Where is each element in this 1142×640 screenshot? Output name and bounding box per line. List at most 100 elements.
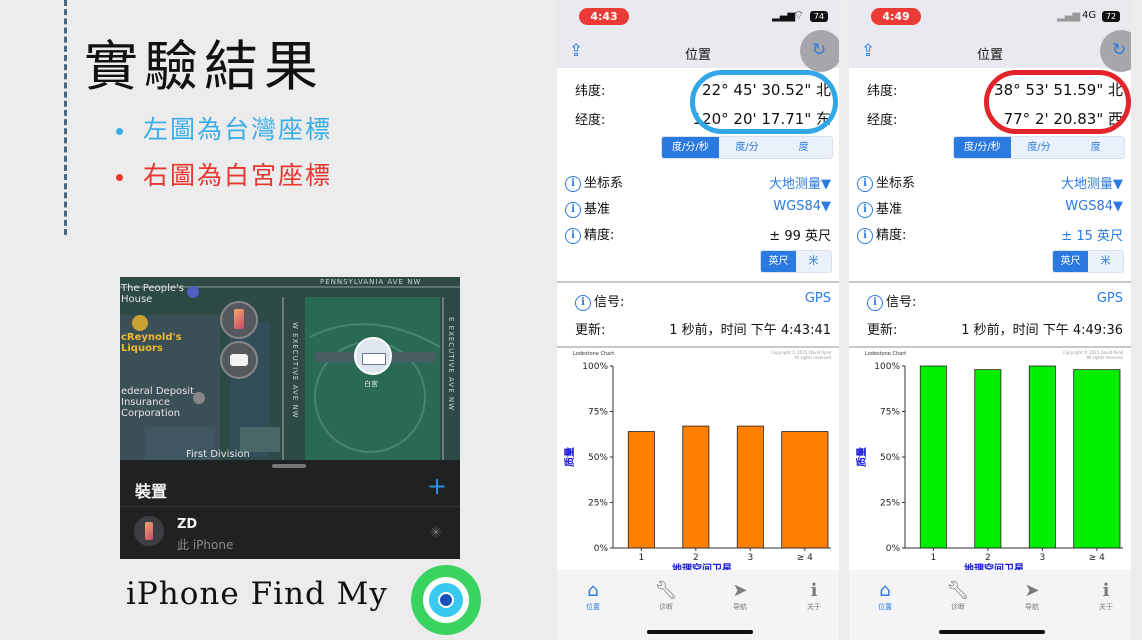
- refresh-button[interactable]: ↻: [1100, 30, 1131, 72]
- device-name[interactable]: ZD: [177, 517, 197, 532]
- y-axis-label: 质量: [855, 447, 868, 467]
- chart-bar: [781, 431, 829, 549]
- bullet-right-text: 右圖為白宮座標: [143, 161, 333, 190]
- coord-format-selector[interactable]: 度/分/秒 度/分 度: [661, 136, 833, 159]
- coord-format-selector[interactable]: 度/分/秒 度/分 度: [953, 136, 1125, 159]
- bullet-left-map: 左圖為台灣座標: [116, 110, 332, 146]
- coord-system-row[interactable]: i 坐标系: [857, 172, 915, 192]
- datum-row[interactable]: i 基准: [565, 198, 610, 218]
- device-iphone-pin-icon[interactable]: [220, 301, 258, 339]
- tab-location[interactable]: ⌂ 位置: [860, 580, 910, 612]
- wrench-icon: 🔧︎: [654, 580, 678, 601]
- x-tick-label: ≥ 4: [1089, 553, 1105, 563]
- wifi-icon: ⌔: [793, 8, 805, 22]
- y-tick-label: 0%: [594, 544, 609, 554]
- y-tick-label: 25%: [588, 499, 608, 509]
- status-time: 4:43: [579, 8, 629, 25]
- network-type: 4G: [1082, 10, 1097, 21]
- signal-value: GPS: [804, 291, 831, 306]
- home-indicator: [939, 630, 1045, 634]
- info-icon[interactable]: i: [565, 201, 581, 218]
- poi-white-house: 白宮: [364, 380, 378, 388]
- info-icon[interactable]: i: [857, 227, 873, 244]
- longitude-label: 经度:: [867, 113, 898, 128]
- datum-dropdown[interactable]: WGS84▼: [773, 199, 831, 214]
- tab-diagnostics-label: 诊断: [659, 603, 673, 611]
- format-dms[interactable]: 度/分/秒: [662, 137, 719, 158]
- info-icon[interactable]: i: [565, 227, 581, 244]
- tab-diagnostics[interactable]: 🔧︎ 诊断: [641, 580, 691, 612]
- info-icon[interactable]: i: [565, 175, 581, 192]
- add-device-button[interactable]: +: [427, 472, 447, 500]
- x-tick-label: 1: [638, 553, 644, 563]
- coord-system-dropdown[interactable]: 大地测量▼: [1061, 173, 1123, 192]
- info-icon[interactable]: i: [857, 175, 873, 192]
- chart-bar: [1028, 365, 1056, 549]
- bullet-dot: [116, 128, 123, 135]
- latitude-label: 纬度:: [575, 84, 606, 99]
- unit-feet[interactable]: 英尺: [1053, 251, 1088, 272]
- loading-spinner-icon: ✳: [430, 525, 442, 541]
- unit-meter[interactable]: 米: [796, 251, 831, 272]
- nav-bar: ⇪ 位置 ↻: [557, 30, 839, 72]
- tab-location[interactable]: ⌂ 位置: [568, 580, 618, 612]
- tab-location-label: 位置: [586, 603, 600, 611]
- device-subtitle: 此 iPhone: [177, 538, 234, 552]
- tab-navigation[interactable]: ➤ 导航: [715, 580, 765, 612]
- phone-screen-taiwan: 4:43 ▂▄▆ ⌔ 74 ⇪ 位置 ↻ 纬度: 22° 45' 30.52" …: [557, 0, 839, 640]
- accuracy-label: 精度:: [876, 228, 907, 243]
- format-d[interactable]: 度: [1067, 137, 1124, 158]
- refresh-icon: ↻: [1112, 40, 1127, 60]
- tab-diagnostics[interactable]: 🔧︎ 诊断: [933, 580, 983, 612]
- section-divider: [557, 281, 839, 283]
- x-tick-label: ≥ 4: [797, 553, 813, 563]
- tab-navigation[interactable]: ➤ 导航: [1007, 580, 1057, 612]
- datum-dropdown[interactable]: WGS84▼: [1065, 199, 1123, 214]
- tab-about-label: 关于: [807, 603, 821, 611]
- update-value: 1 秒前，时间 下午 4:43:41: [669, 323, 831, 338]
- datum-row[interactable]: i 基准: [857, 198, 902, 218]
- unit-meter[interactable]: 米: [1088, 251, 1123, 272]
- format-dms[interactable]: 度/分/秒: [954, 137, 1011, 158]
- device-airpods-pin-icon[interactable]: [220, 341, 258, 379]
- poi-bar-icon: [132, 315, 148, 331]
- chart-bar: [919, 365, 947, 549]
- info-icon[interactable]: i: [857, 201, 873, 218]
- chart-bar: [974, 369, 1002, 549]
- unit-selector[interactable]: 英尺 米: [1052, 250, 1124, 273]
- y-tick-label: 75%: [588, 408, 608, 418]
- nav-title: 位置: [976, 48, 1003, 63]
- info-icon[interactable]: i: [867, 294, 883, 311]
- coord-system-row[interactable]: i 坐标系: [565, 172, 623, 192]
- x-tick-label: 1: [930, 553, 936, 563]
- white-house-landmark-icon[interactable]: [354, 337, 392, 375]
- poi-first-division: First Division: [186, 449, 250, 460]
- unit-feet[interactable]: 英尺: [761, 251, 796, 272]
- signal-row: i 信号:: [867, 291, 916, 311]
- section-divider: [849, 281, 1131, 283]
- format-d[interactable]: 度: [775, 137, 832, 158]
- find-my-map[interactable]: PENNSYLVANIA AVE NW W EXECUTIVE AVE NW E…: [120, 277, 460, 559]
- format-dm[interactable]: 度/分: [1010, 137, 1068, 158]
- info-icon[interactable]: i: [575, 294, 591, 311]
- tab-about[interactable]: i 关于: [789, 580, 839, 612]
- slide-title: 實驗結果: [84, 35, 324, 98]
- home-icon: ⌂: [587, 580, 599, 601]
- sheet-grabber[interactable]: [272, 464, 306, 468]
- info-about-icon: i: [1102, 580, 1110, 601]
- chart-copyright: All rights reserved: [1086, 355, 1123, 360]
- refresh-button[interactable]: ↻: [800, 30, 839, 72]
- coord-system-dropdown[interactable]: 大地测量▼: [769, 173, 831, 192]
- chart-title: Lodestone Chart: [865, 351, 906, 357]
- accuracy-row: i 精度:: [857, 224, 906, 244]
- coord-system-label: 坐标系: [876, 176, 916, 191]
- battery-indicator: 72: [1102, 11, 1120, 22]
- unit-selector[interactable]: 英尺 米: [760, 250, 832, 273]
- tab-navigation-label: 导航: [1025, 603, 1039, 611]
- lodestone-chart: Lodestone Chart Copyright © 2015 David Ry…: [563, 350, 831, 575]
- tab-about[interactable]: i 关于: [1081, 580, 1131, 612]
- chart-bar: [682, 425, 710, 549]
- x-tick-label: 3: [1039, 553, 1045, 563]
- signal-label: 信号:: [594, 295, 625, 310]
- format-dm[interactable]: 度/分: [718, 137, 776, 158]
